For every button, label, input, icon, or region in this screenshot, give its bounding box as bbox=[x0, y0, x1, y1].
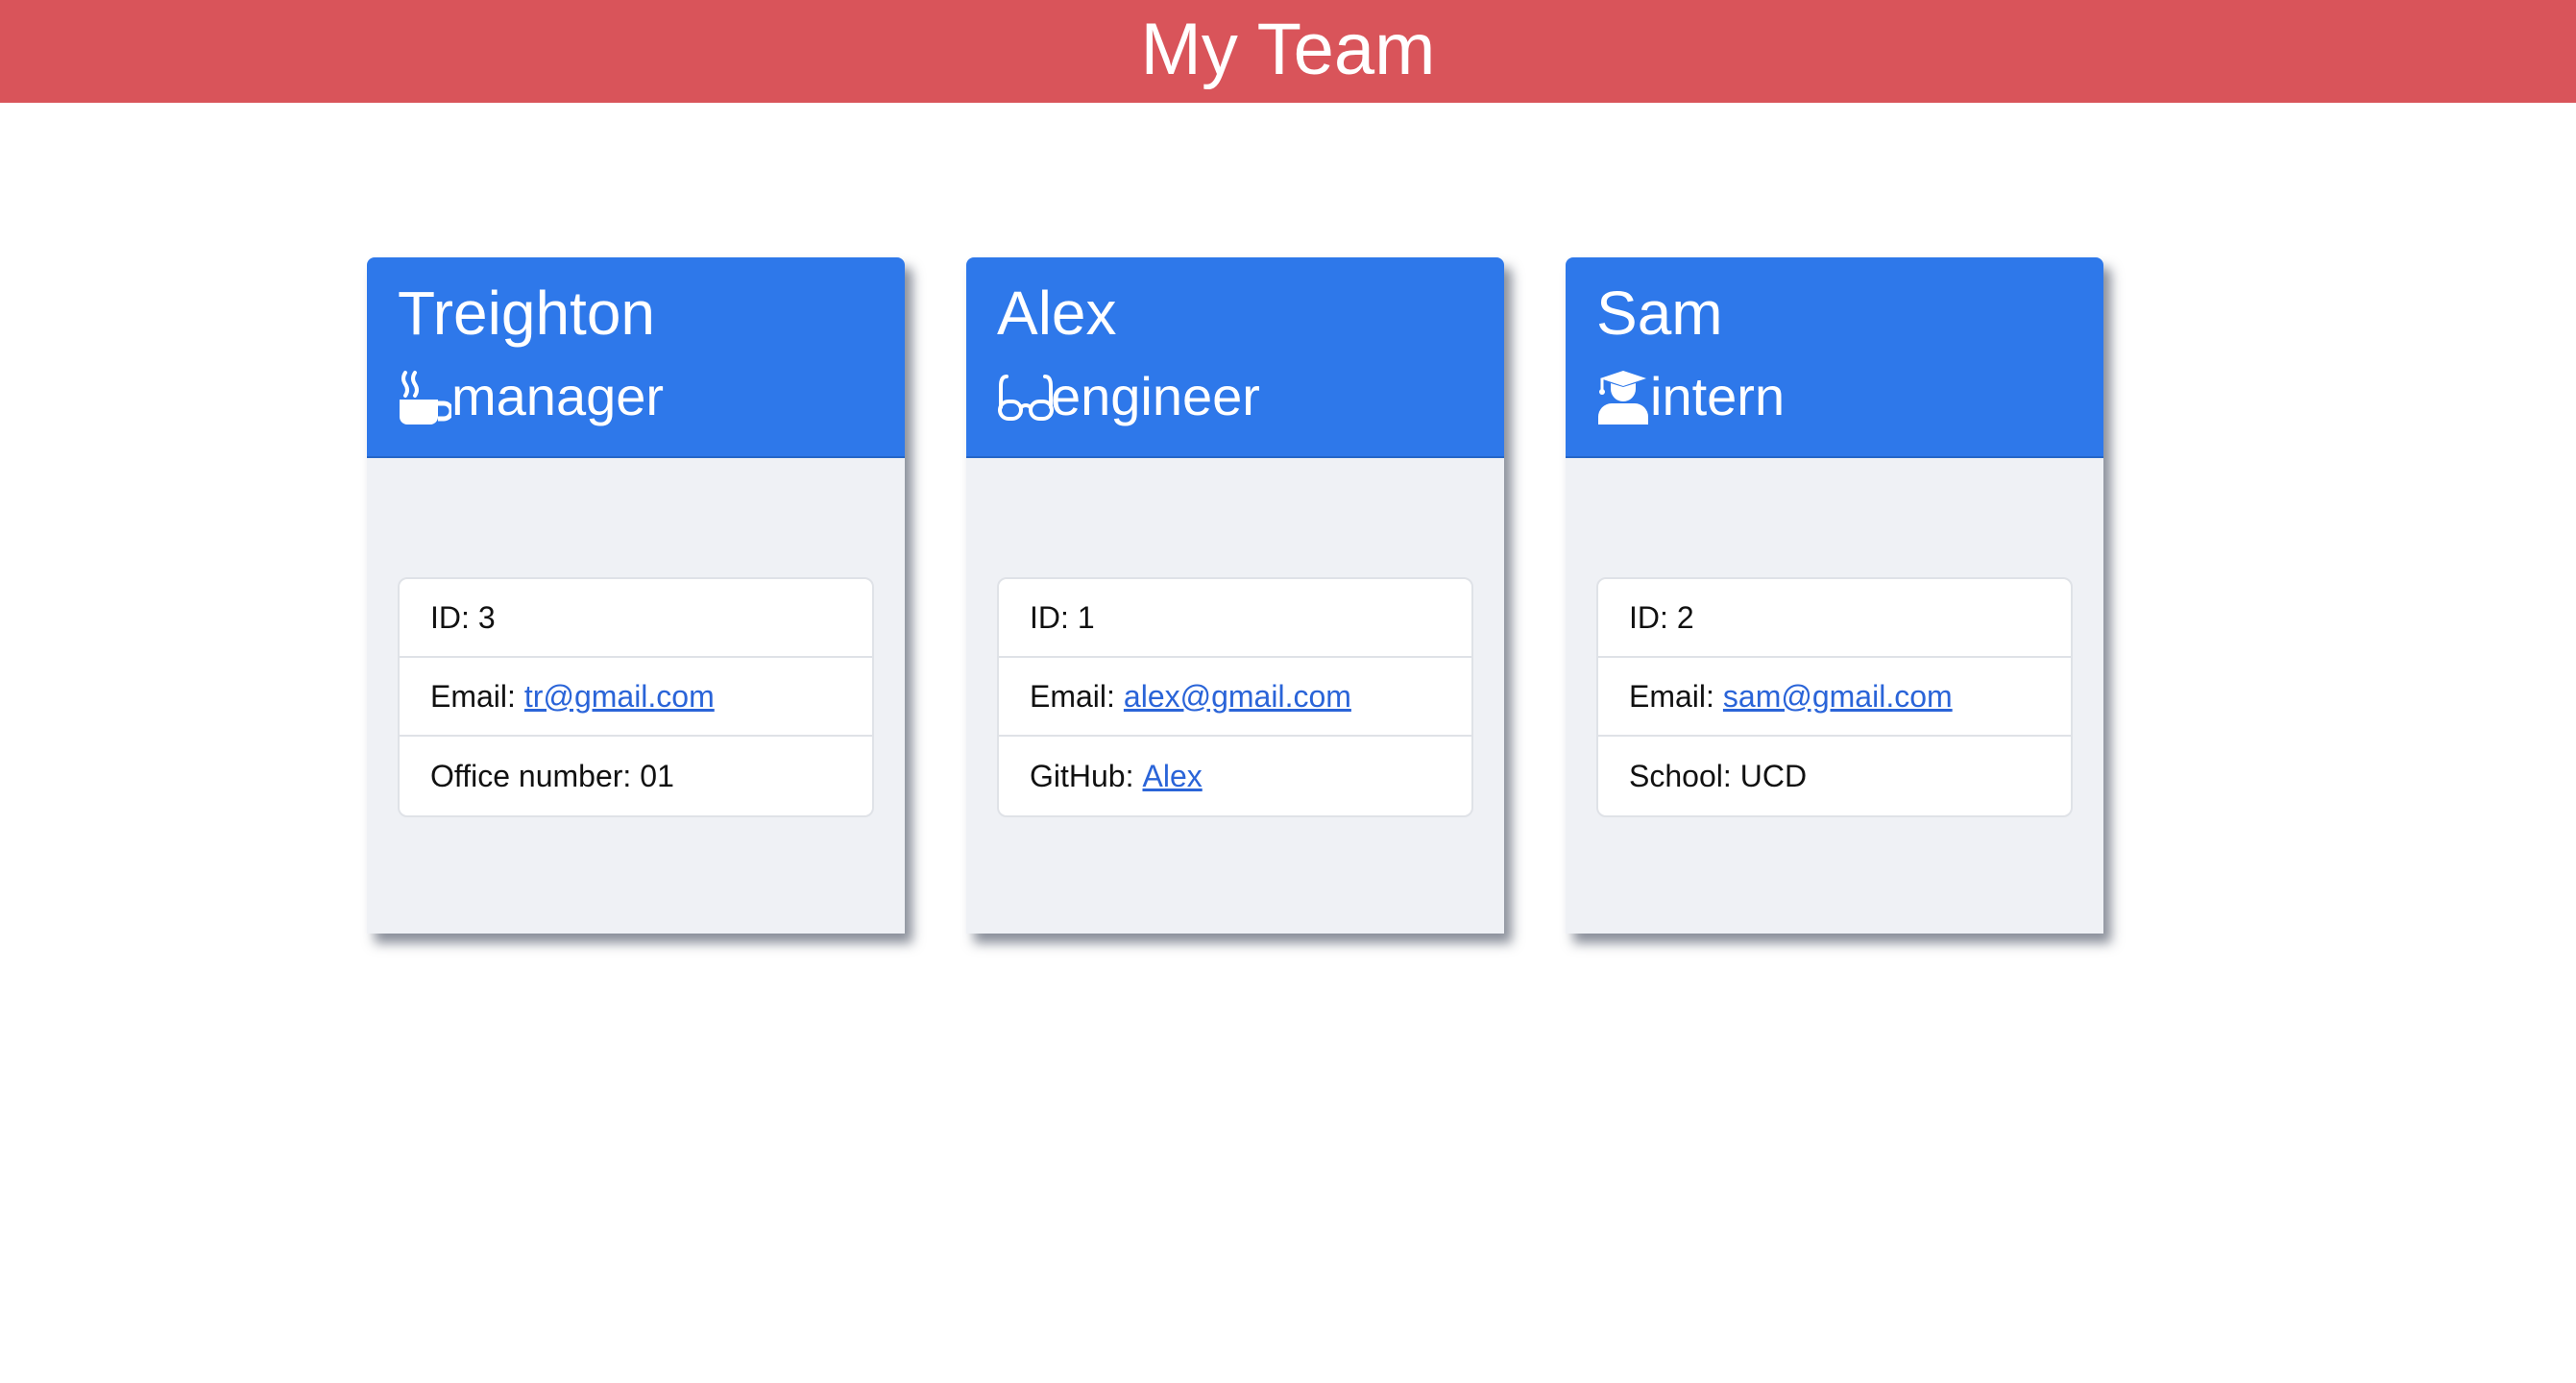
email-label: Email: bbox=[1629, 678, 1714, 714]
github-label: GitHub: bbox=[1030, 758, 1134, 793]
page-header: My Team bbox=[0, 0, 2576, 103]
list-item-email: Email: alex@gmail.com bbox=[999, 658, 1471, 737]
graduate-icon bbox=[1596, 369, 1650, 425]
employee-name: Sam bbox=[1596, 279, 1723, 348]
id-value: 3 bbox=[477, 599, 496, 635]
list-item-email: Email: sam@gmail.com bbox=[1598, 658, 2071, 737]
id-label: ID: bbox=[1629, 599, 1668, 635]
employee-details-list: ID: 3 Email: tr@gmail.com Office number:… bbox=[398, 577, 874, 817]
employee-name: Treighton bbox=[398, 279, 655, 348]
employee-details-list: ID: 2 Email: sam@gmail.com School: UCD bbox=[1596, 577, 2073, 817]
list-item-id: ID: 1 bbox=[999, 579, 1471, 658]
employee-name: Alex bbox=[997, 279, 1117, 348]
id-label: ID: bbox=[1030, 599, 1069, 635]
employee-details-list: ID: 1 Email: alex@gmail.com GitHub: Alex bbox=[997, 577, 1473, 817]
list-item-school: School: UCD bbox=[1598, 737, 2071, 815]
role-label: manager bbox=[451, 366, 665, 426]
github-link[interactable]: Alex bbox=[1142, 759, 1202, 794]
employee-role: intern bbox=[1596, 369, 2103, 425]
id-value: 1 bbox=[1077, 599, 1095, 635]
employee-role: engineer bbox=[997, 369, 1504, 425]
list-item-id: ID: 3 bbox=[400, 579, 872, 658]
role-label: intern bbox=[1650, 366, 1786, 426]
employee-card-intern: Sam intern ID: 2 Email: sam@gmail.com Sc… bbox=[1566, 257, 2103, 934]
coffee-icon bbox=[398, 369, 451, 425]
email-link[interactable]: sam@gmail.com bbox=[1723, 679, 1953, 715]
employee-role: manager bbox=[398, 369, 905, 425]
card-header: Sam intern bbox=[1566, 257, 2103, 458]
email-label: Email: bbox=[430, 678, 516, 714]
email-link[interactable]: alex@gmail.com bbox=[1124, 679, 1351, 715]
employee-card-engineer: Alex engineer ID: 1 Email: alex@gmail.co… bbox=[966, 257, 1504, 934]
email-label: Email: bbox=[1030, 678, 1115, 714]
card-header: Treighton manager bbox=[367, 257, 905, 458]
list-item-github: GitHub: Alex bbox=[999, 737, 1471, 815]
list-item-id: ID: 2 bbox=[1598, 579, 2071, 658]
school-value: UCD bbox=[1739, 758, 1808, 793]
page-title: My Team bbox=[1140, 8, 1436, 90]
glasses-icon bbox=[997, 369, 1054, 425]
card-header: Alex engineer bbox=[966, 257, 1504, 458]
office-number-value: 01 bbox=[640, 758, 674, 793]
list-item-office-number: Office number: 01 bbox=[400, 737, 872, 815]
email-link[interactable]: tr@gmail.com bbox=[524, 679, 715, 715]
role-label: engineer bbox=[1051, 366, 1260, 426]
id-label: ID: bbox=[430, 599, 470, 635]
id-value: 2 bbox=[1676, 599, 1694, 635]
list-item-email: Email: tr@gmail.com bbox=[400, 658, 872, 737]
office-number-label: Office number: bbox=[430, 758, 632, 793]
employee-card-manager: Treighton manager ID: 3 Email: tr@gmail.… bbox=[367, 257, 905, 934]
school-label: School: bbox=[1629, 758, 1732, 793]
